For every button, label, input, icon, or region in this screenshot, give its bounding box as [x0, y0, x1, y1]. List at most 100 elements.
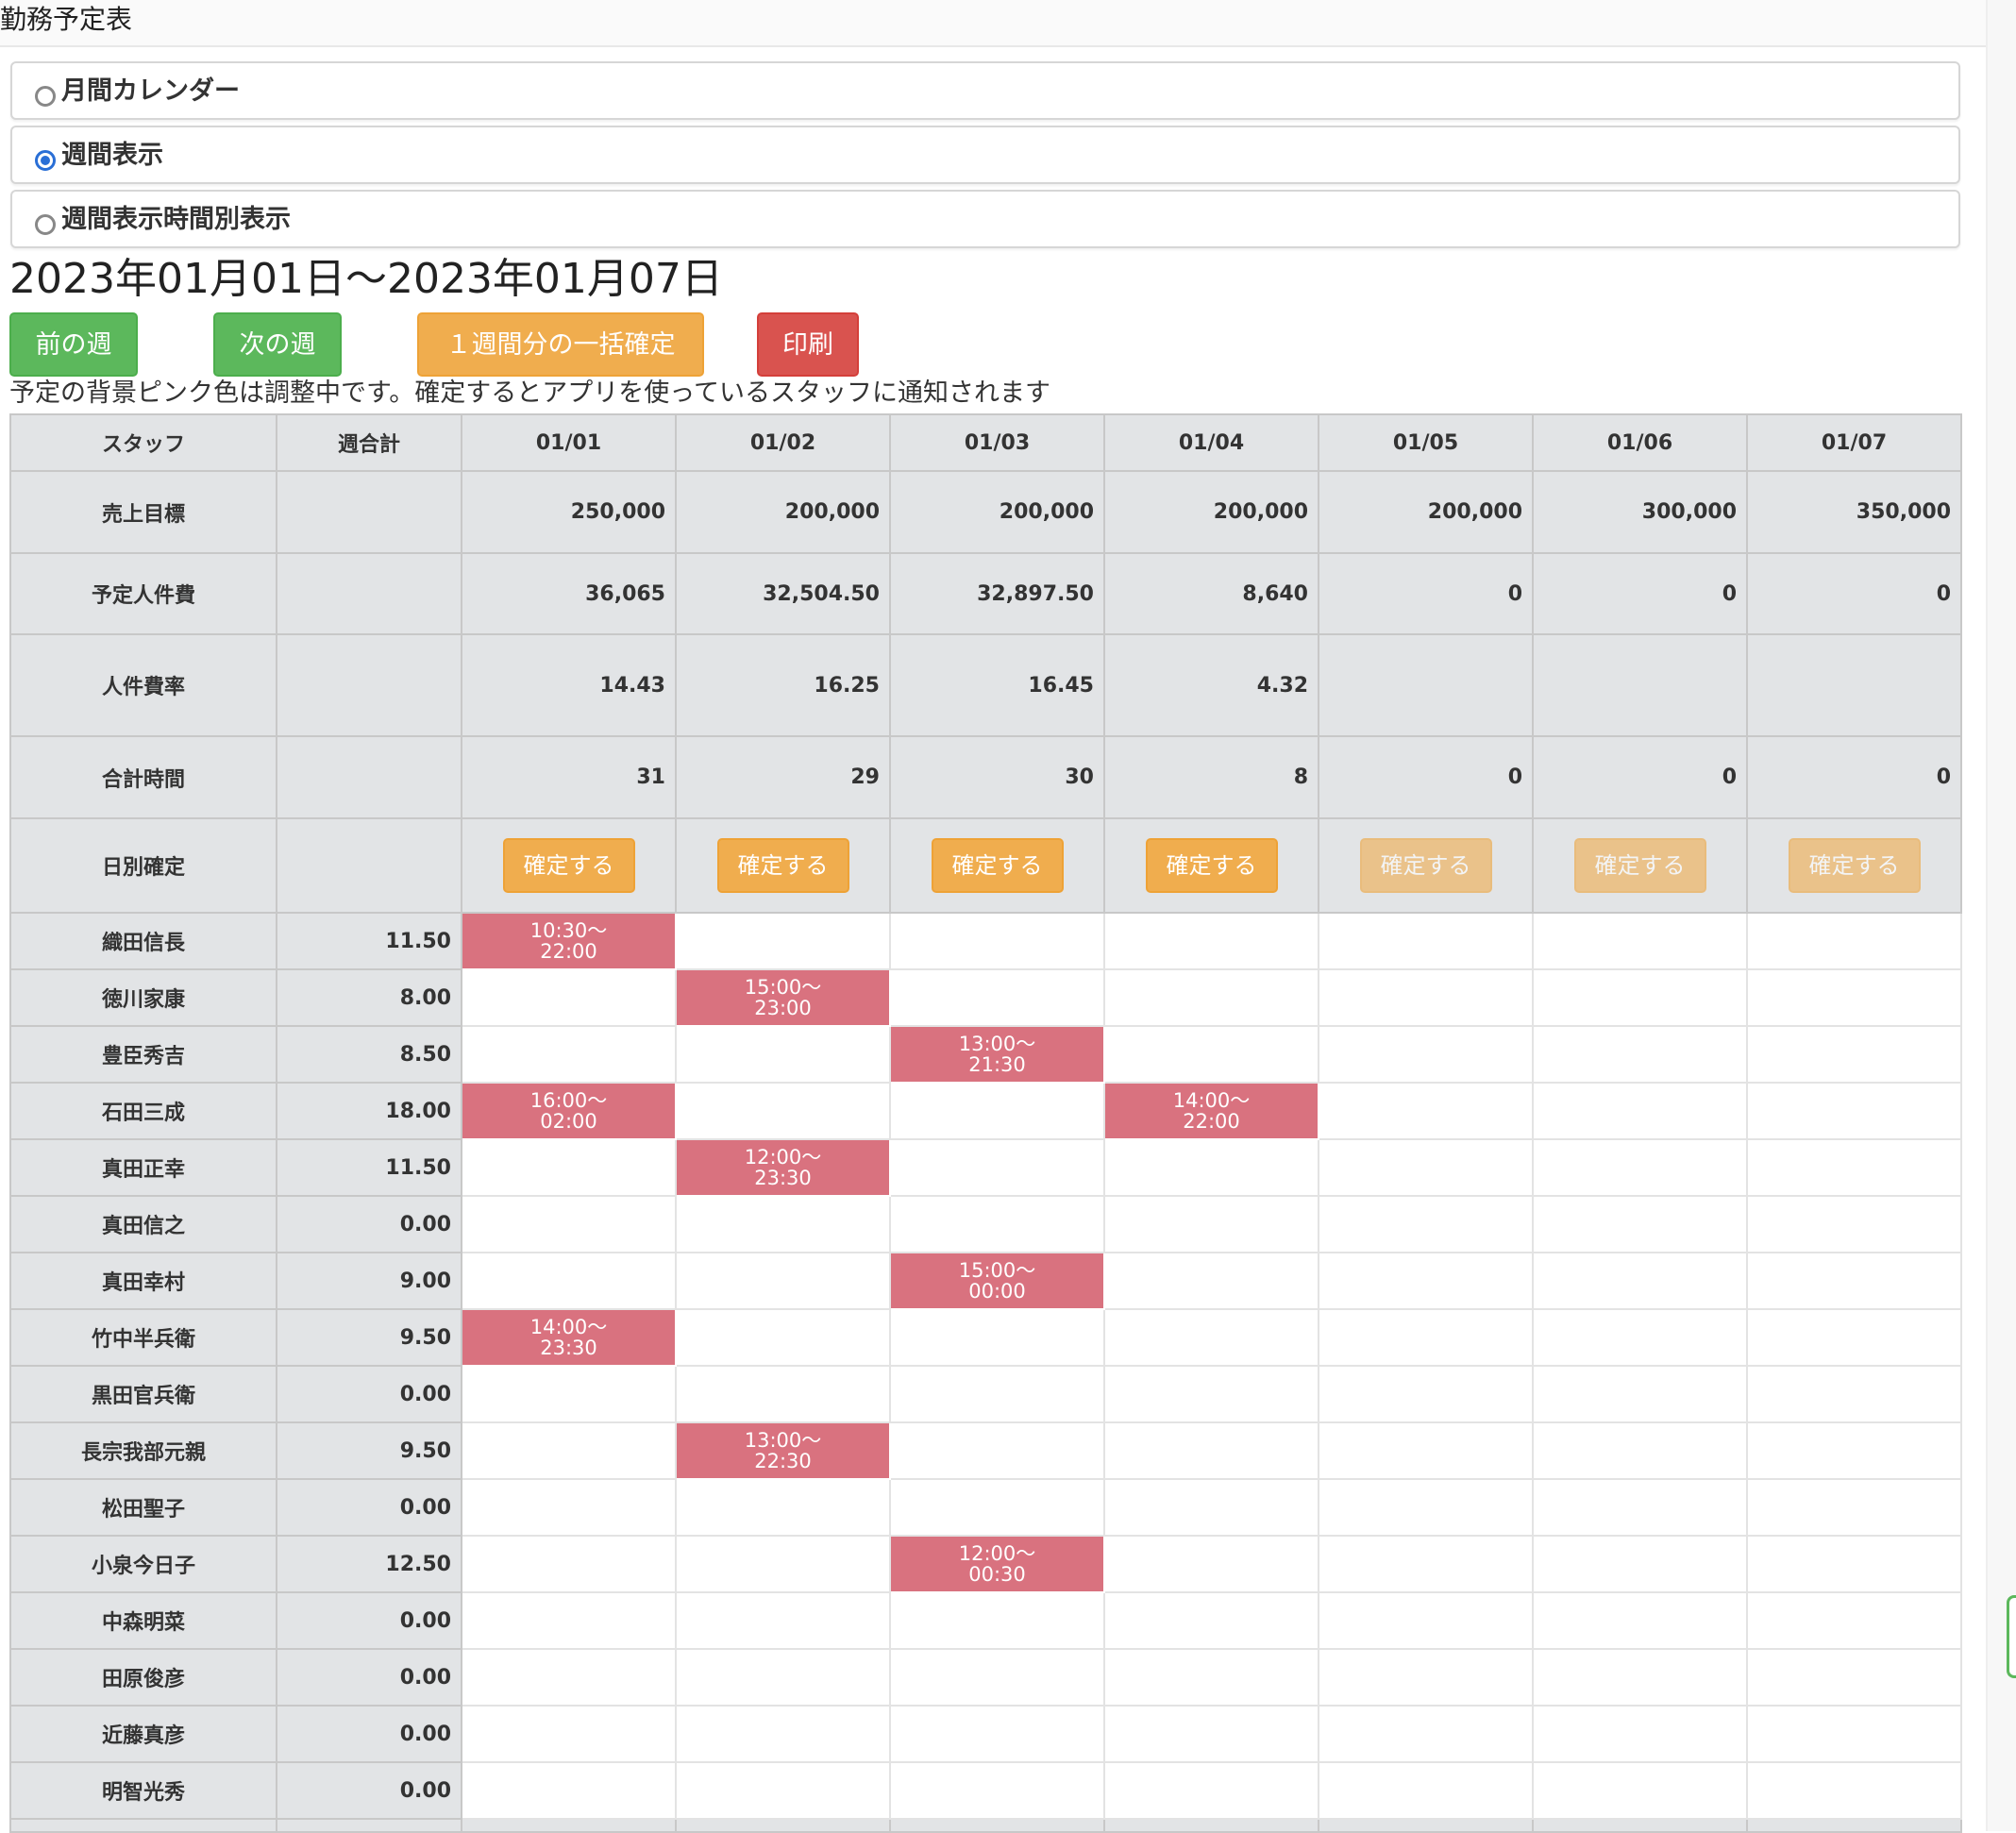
empty-shift-cell[interactable]	[675, 1195, 891, 1253]
empty-shift-cell[interactable]	[675, 1648, 891, 1707]
empty-shift-cell[interactable]	[1746, 1705, 1962, 1763]
radio-button-icon[interactable]	[35, 214, 56, 235]
shift-cell[interactable]: 13:00～ 22:30	[675, 1421, 891, 1480]
empty-shift-cell[interactable]	[461, 1025, 677, 1084]
empty-shift-cell[interactable]	[1532, 1761, 1748, 1820]
empty-shift-cell[interactable]	[889, 1365, 1105, 1423]
staff-name[interactable]: 徳川家康	[9, 968, 277, 1027]
empty-shift-cell[interactable]	[889, 1478, 1105, 1537]
empty-shift-cell[interactable]	[1318, 1308, 1534, 1367]
empty-shift-cell[interactable]	[1532, 1478, 1748, 1537]
shift-cell[interactable]: 10:30～ 22:00	[461, 912, 677, 970]
empty-shift-cell[interactable]	[1103, 1195, 1319, 1253]
empty-shift-cell[interactable]	[1103, 1421, 1319, 1480]
staff-name[interactable]: 小泉今日子	[9, 1535, 277, 1593]
empty-shift-cell[interactable]	[1746, 1761, 1962, 1820]
daily-confirm-button[interactable]: 確定する	[1145, 838, 1278, 893]
shift-cell[interactable]: 12:00～ 23:30	[675, 1138, 891, 1197]
empty-shift-cell[interactable]	[1103, 968, 1319, 1027]
empty-shift-cell[interactable]	[675, 1535, 891, 1593]
empty-shift-cell[interactable]	[1103, 1308, 1319, 1367]
empty-shift-cell[interactable]	[1318, 912, 1534, 970]
page-scrollbar[interactable]	[1986, 0, 2016, 1831]
empty-shift-cell[interactable]	[1746, 1591, 1962, 1650]
empty-shift-cell[interactable]	[461, 1761, 677, 1820]
empty-shift-cell[interactable]	[1746, 1365, 1962, 1423]
empty-shift-cell[interactable]	[675, 1591, 891, 1650]
empty-shift-cell[interactable]	[1103, 1591, 1319, 1650]
empty-shift-cell[interactable]	[1532, 912, 1748, 970]
empty-shift-cell[interactable]	[461, 1478, 677, 1537]
empty-shift-cell[interactable]	[1318, 1761, 1534, 1820]
empty-shift-cell[interactable]	[461, 1591, 677, 1650]
shift-cell[interactable]: 16:00～ 02:00	[461, 1082, 677, 1140]
empty-shift-cell[interactable]	[1532, 1025, 1748, 1084]
empty-shift-cell[interactable]	[675, 1082, 891, 1140]
empty-shift-cell[interactable]	[889, 968, 1105, 1027]
empty-shift-cell[interactable]	[1746, 1252, 1962, 1310]
empty-shift-cell[interactable]	[889, 1648, 1105, 1707]
empty-shift-cell[interactable]	[1103, 1025, 1319, 1084]
daily-confirm-button[interactable]: 確定する	[1788, 838, 1921, 893]
empty-shift-cell[interactable]	[1318, 1421, 1534, 1480]
view-option-weekly-hourly[interactable]: 週間表示時間別表示	[10, 190, 1960, 248]
daily-confirm-button[interactable]: 確定する	[502, 838, 635, 893]
shift-cell[interactable]: 12:00～ 00:30	[889, 1535, 1105, 1593]
empty-shift-cell[interactable]	[1746, 1082, 1962, 1140]
empty-shift-cell[interactable]	[1318, 1365, 1534, 1423]
view-option-monthly[interactable]: 月間カレンダー	[10, 61, 1960, 120]
empty-shift-cell[interactable]	[461, 1421, 677, 1480]
empty-shift-cell[interactable]	[1103, 912, 1319, 970]
empty-shift-cell[interactable]	[889, 1195, 1105, 1253]
empty-shift-cell[interactable]	[1746, 1535, 1962, 1593]
staff-name[interactable]: 松田聖子	[9, 1478, 277, 1537]
empty-shift-cell[interactable]	[1318, 968, 1534, 1027]
empty-shift-cell[interactable]	[675, 1478, 891, 1537]
radio-button-checked-icon[interactable]	[35, 150, 56, 171]
daily-confirm-button[interactable]: 確定する	[931, 838, 1064, 893]
empty-shift-cell[interactable]	[889, 1308, 1105, 1367]
empty-shift-cell[interactable]	[1318, 1705, 1534, 1763]
empty-shift-cell[interactable]	[1318, 1535, 1534, 1593]
empty-shift-cell[interactable]	[1532, 1082, 1748, 1140]
daily-confirm-button[interactable]: 確定する	[716, 838, 849, 893]
empty-shift-cell[interactable]	[1318, 1082, 1534, 1140]
empty-shift-cell[interactable]	[1103, 1761, 1319, 1820]
empty-shift-cell[interactable]	[1746, 912, 1962, 970]
empty-shift-cell[interactable]	[675, 1761, 891, 1820]
staff-name[interactable]: 真田正幸	[9, 1138, 277, 1197]
empty-shift-cell[interactable]	[1532, 1195, 1748, 1253]
empty-shift-cell[interactable]	[1532, 1138, 1748, 1197]
empty-shift-cell[interactable]	[461, 1535, 677, 1593]
daily-confirm-button[interactable]: 確定する	[1573, 838, 1706, 893]
empty-shift-cell[interactable]	[1532, 1365, 1748, 1423]
empty-shift-cell[interactable]	[1318, 1478, 1534, 1537]
empty-shift-cell[interactable]	[461, 1365, 677, 1423]
empty-shift-cell[interactable]	[1532, 968, 1748, 1027]
empty-shift-cell[interactable]	[675, 1705, 891, 1763]
empty-shift-cell[interactable]	[1746, 1025, 1962, 1084]
empty-shift-cell[interactable]	[461, 1138, 677, 1197]
empty-shift-cell[interactable]	[889, 1761, 1105, 1820]
empty-shift-cell[interactable]	[1532, 1535, 1748, 1593]
empty-shift-cell[interactable]	[1318, 1025, 1534, 1084]
empty-shift-cell[interactable]	[1103, 1535, 1319, 1593]
empty-shift-cell[interactable]	[461, 1705, 677, 1763]
staff-name[interactable]: 豊臣秀吉	[9, 1025, 277, 1084]
shift-cell[interactable]: 14:00～ 22:00	[1103, 1082, 1319, 1140]
staff-name[interactable]: 竹中半兵衛	[9, 1308, 277, 1367]
empty-shift-cell[interactable]	[1103, 1648, 1319, 1707]
daily-confirm-button[interactable]: 確定する	[1359, 838, 1492, 893]
radio-button-icon[interactable]	[35, 86, 56, 107]
staff-name[interactable]: 近藤真彦	[9, 1705, 277, 1763]
empty-shift-cell[interactable]	[1103, 1365, 1319, 1423]
empty-shift-cell[interactable]	[1746, 1478, 1962, 1537]
shift-cell[interactable]: 15:00～ 00:00	[889, 1252, 1105, 1310]
empty-shift-cell[interactable]	[1103, 1138, 1319, 1197]
empty-shift-cell[interactable]	[889, 912, 1105, 970]
staff-name[interactable]: 真田幸村	[9, 1252, 277, 1310]
side-panel-tab[interactable]	[2007, 1595, 2016, 1678]
prev-week-button[interactable]: 前の週	[9, 312, 138, 377]
staff-name[interactable]: 黒田官兵衛	[9, 1365, 277, 1423]
empty-shift-cell[interactable]	[1318, 1195, 1534, 1253]
